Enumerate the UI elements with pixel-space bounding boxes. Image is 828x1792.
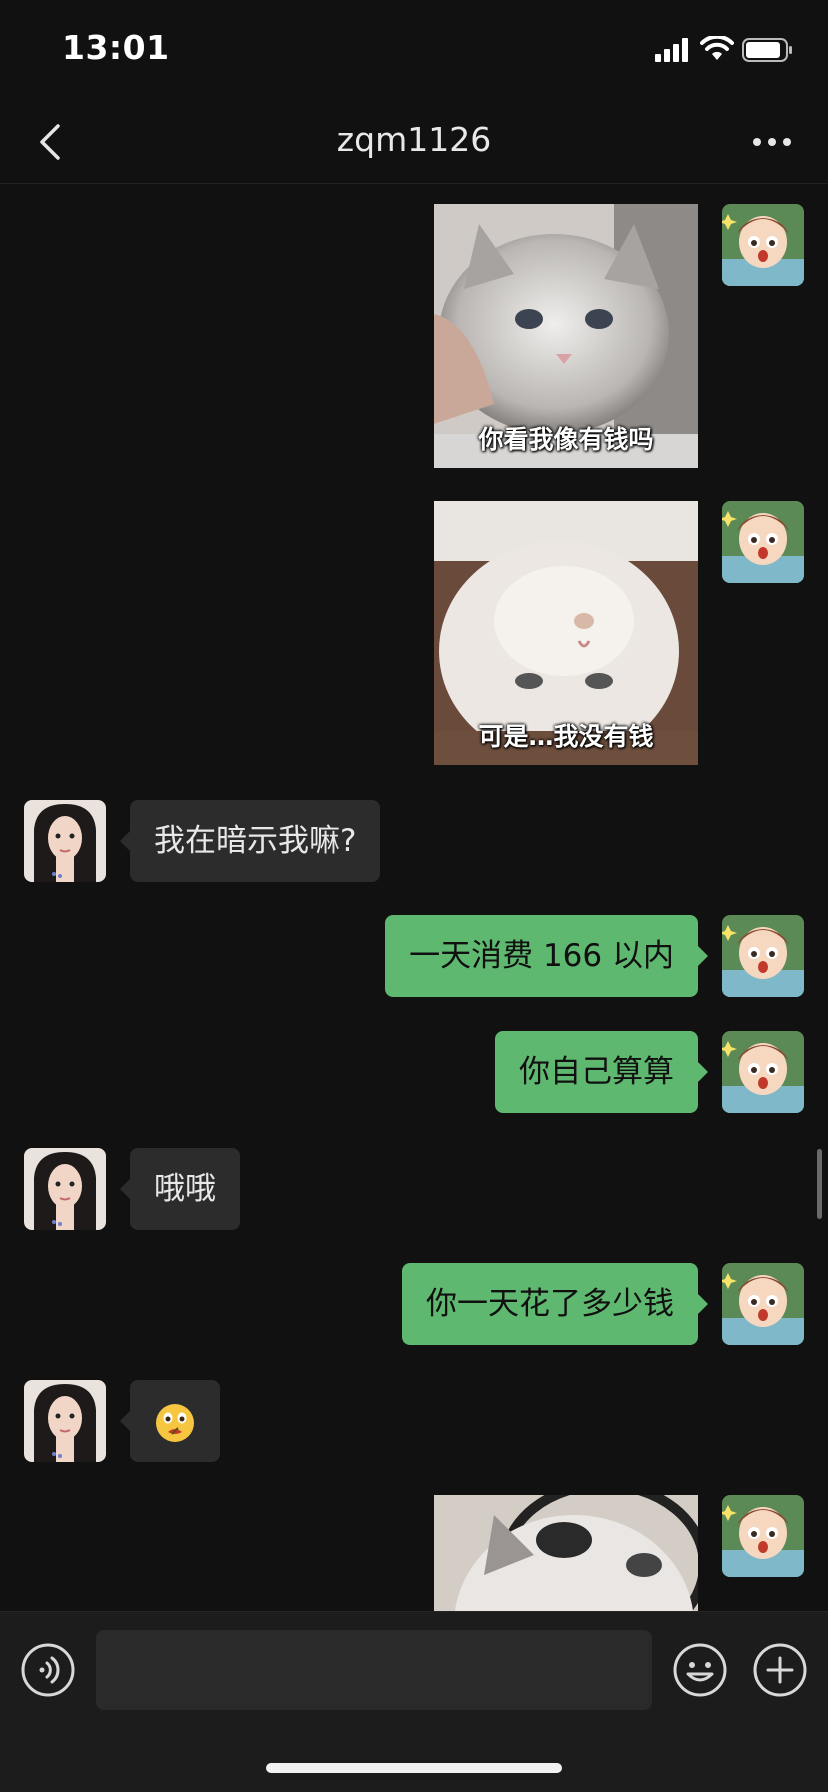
sticker-caption: 你看我像有钱吗 — [478, 425, 654, 454]
my-avatar[interactable] — [722, 915, 804, 997]
outgoing-text-message[interactable]: 一天消费 166 以内 — [385, 915, 708, 997]
cartoon-boy-avatar-image — [722, 1263, 804, 1345]
incoming-text-message[interactable]: 我在暗示我嘛? — [119, 800, 381, 882]
cat-sticker-image — [434, 1495, 698, 1611]
status-bar: 13:01 — [0, 0, 828, 100]
sticker-caption: 可是…我没有钱 — [478, 722, 654, 751]
image-message[interactable] — [434, 1495, 698, 1611]
more-options-button[interactable] — [742, 120, 802, 164]
outgoing-text-message[interactable]: 你自己算算 — [495, 1031, 708, 1113]
my-avatar[interactable] — [722, 1031, 804, 1113]
cellular-signal-icon — [655, 38, 688, 62]
image-message[interactable]: 可是…我没有钱 — [434, 501, 698, 765]
incoming-emoji-message[interactable] — [120, 1380, 220, 1462]
cartoon-boy-avatar-image — [722, 204, 804, 286]
my-avatar[interactable] — [722, 1263, 804, 1345]
incoming-text-message[interactable]: 哦哦 — [120, 1148, 240, 1230]
contact-avatar[interactable] — [24, 800, 106, 882]
woman-portrait-avatar-image — [24, 1148, 106, 1230]
message-list[interactable]: 你看我像有钱吗 可是…我没有钱 我在暗示我嘛? 一天消费 166 以内 你自己算… — [0, 185, 828, 1611]
plus-icon[interactable] — [752, 1642, 808, 1698]
woman-portrait-avatar-image — [24, 800, 106, 882]
battery-icon — [742, 38, 792, 62]
outgoing-text-message[interactable]: 你一天花了多少钱 — [402, 1263, 708, 1345]
wifi-icon — [700, 36, 734, 60]
contact-avatar[interactable] — [24, 1148, 106, 1230]
zipper-mouth-face-icon — [156, 1403, 194, 1442]
cartoon-boy-avatar-image — [722, 501, 804, 583]
message-input[interactable] — [96, 1630, 652, 1710]
image-message[interactable]: 你看我像有钱吗 — [434, 204, 698, 468]
chat-title: zqm1126 — [336, 120, 492, 159]
my-avatar[interactable] — [722, 204, 804, 286]
emoji-picker-icon[interactable] — [672, 1642, 728, 1698]
home-indicator[interactable] — [266, 1763, 562, 1773]
woman-portrait-avatar-image — [24, 1380, 106, 1462]
voice-input-icon[interactable] — [20, 1642, 76, 1698]
contact-avatar[interactable] — [24, 1380, 106, 1462]
cartoon-boy-avatar-image — [722, 1495, 804, 1577]
cartoon-boy-avatar-image — [722, 915, 804, 997]
status-time: 13:01 — [62, 28, 170, 67]
my-avatar[interactable] — [722, 1495, 804, 1577]
my-avatar[interactable] — [722, 501, 804, 583]
chat-header: zqm1126 — [0, 100, 828, 184]
more-dots-icon — [753, 138, 791, 146]
cartoon-boy-avatar-image — [722, 1031, 804, 1113]
scrollbar-thumb[interactable] — [817, 1149, 822, 1219]
